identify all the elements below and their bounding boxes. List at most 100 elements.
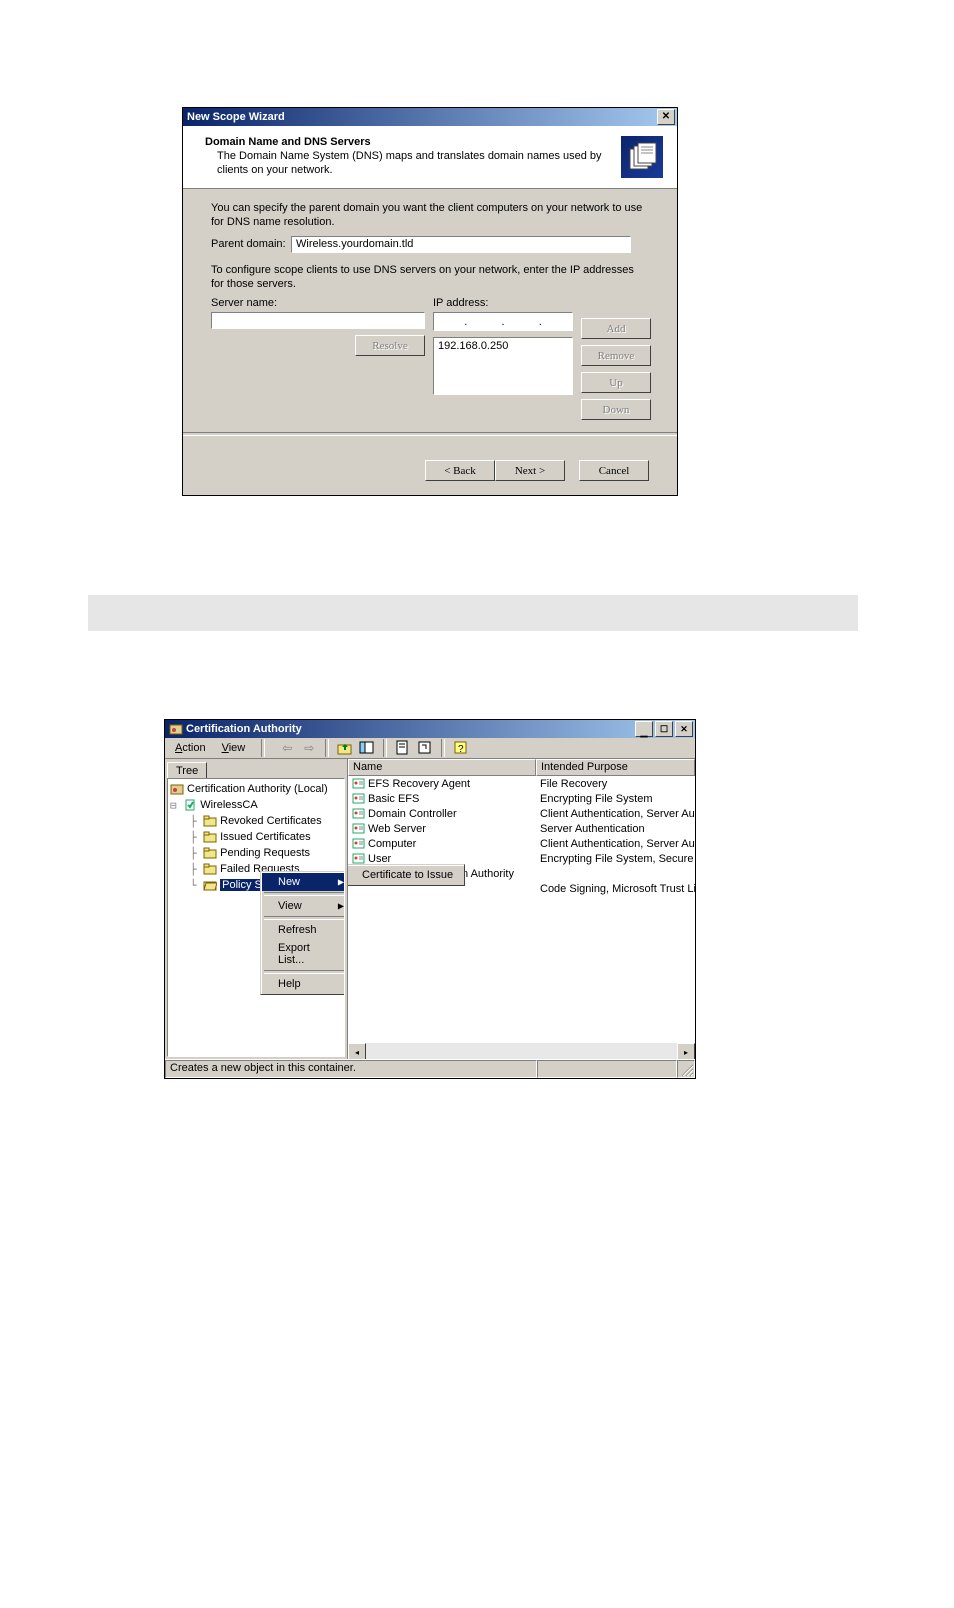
parent-domain-label: Parent domain: xyxy=(211,238,291,250)
resolve-button[interactable]: Resolve xyxy=(355,335,425,356)
properties-button[interactable] xyxy=(393,738,413,758)
ctx-help[interactable]: Help xyxy=(262,975,345,993)
wizard-header-title: Domain Name and DNS Servers xyxy=(205,136,615,148)
grey-band xyxy=(88,595,858,631)
new-scope-wizard-dialog: New Scope Wizard ✕ Domain Name and DNS S… xyxy=(182,107,678,496)
submenu-arrow-icon: ▶ xyxy=(338,902,344,911)
ctx-new[interactable]: New ▶ xyxy=(262,873,345,891)
list-item[interactable]: EFS Recovery AgentFile Recovery xyxy=(348,776,695,791)
back-button[interactable]: < Back xyxy=(425,460,495,481)
list-item[interactable]: Domain ControllerClient Authentication, … xyxy=(348,806,695,821)
properties-icon xyxy=(395,740,411,756)
tree-root[interactable]: Certification Authority (Local) xyxy=(170,781,342,797)
close-button[interactable]: ✕ xyxy=(657,109,675,125)
wizard-header: Domain Name and DNS Servers The Domain N… xyxy=(183,126,677,189)
wizard-body: You can specify the parent domain you wa… xyxy=(183,189,677,460)
folder-icon xyxy=(203,830,217,844)
folder-icon xyxy=(203,862,217,876)
status-cell-2 xyxy=(537,1060,677,1078)
ctx-view[interactable]: View ▶ xyxy=(262,897,345,915)
remove-button[interactable]: Remove xyxy=(581,345,651,366)
separator xyxy=(183,432,677,436)
mmc-body: Tree Certification Authority (Local) ⊟ xyxy=(165,759,695,1059)
tree-panel: Tree Certification Authority (Local) ⊟ xyxy=(165,759,348,1059)
ca-root-icon xyxy=(170,782,184,796)
cert-template-icon xyxy=(352,837,365,850)
scroll-right-button[interactable]: ▸ xyxy=(677,1043,695,1059)
nav-forward-button[interactable]: ⇨ xyxy=(299,738,319,758)
list-body[interactable]: EFS Recovery AgentFile RecoveryBasic EFS… xyxy=(348,776,695,1043)
list-panel: Name Intended Purpose EFS Recovery Agent… xyxy=(348,759,695,1059)
status-bar: Creates a new object in this container. xyxy=(165,1059,695,1078)
tree-node-pending[interactable]: ├ Pending Requests xyxy=(170,845,342,861)
next-button[interactable]: Next > xyxy=(495,460,565,481)
wizard-footer: < Back Next > Cancel xyxy=(183,460,677,495)
mmc-title: Certification Authority xyxy=(186,723,302,735)
folder-icon xyxy=(203,814,217,828)
ctx-export[interactable]: Export List... xyxy=(262,939,345,969)
wizard-header-desc: The Domain Name System (DNS) maps and tr… xyxy=(205,148,615,178)
resize-grip[interactable] xyxy=(677,1060,695,1078)
ip-address-label: IP address: xyxy=(433,297,573,309)
scroll-left-button[interactable]: ◂ xyxy=(348,1043,366,1059)
wizard-title: New Scope Wizard xyxy=(185,111,657,123)
up-level-button[interactable] xyxy=(335,738,355,758)
horizontal-scrollbar[interactable]: ◂ ▸ xyxy=(348,1043,695,1059)
mmc-close-button[interactable]: ✕ xyxy=(675,721,693,737)
ctx-refresh[interactable]: Refresh xyxy=(262,921,345,939)
folder-open-icon xyxy=(203,878,217,892)
list-item[interactable]: ComputerClient Authentication, Server Au… xyxy=(348,836,695,851)
parent-domain-input[interactable] xyxy=(291,236,631,253)
list-header: Name Intended Purpose xyxy=(348,759,695,776)
cert-template-icon xyxy=(352,807,365,820)
files-icon xyxy=(626,141,658,173)
submenu-cert-to-issue[interactable]: Certificate to Issue xyxy=(348,866,463,884)
ca-title-icon xyxy=(169,722,183,736)
server-name-label: Server name: xyxy=(211,297,425,309)
menu-view[interactable]: View xyxy=(218,740,250,756)
wizard-text-2: To configure scope clients to use DNS se… xyxy=(211,263,649,292)
ip-list-item[interactable]: 192.168.0.250 xyxy=(438,340,568,352)
list-item[interactable]: Basic EFSEncrypting File System xyxy=(348,791,695,806)
folder-up-icon xyxy=(337,740,353,756)
cert-template-icon xyxy=(352,822,365,835)
scroll-track[interactable] xyxy=(366,1043,677,1059)
tree-ca[interactable]: ⊟ WirelessCA xyxy=(170,797,342,813)
minimize-button[interactable]: ▁ xyxy=(635,721,653,737)
col-name[interactable]: Name xyxy=(348,759,536,776)
cert-template-icon xyxy=(352,777,365,790)
tree-tab[interactable]: Tree xyxy=(167,762,207,779)
server-name-input[interactable] xyxy=(211,312,425,329)
up-button[interactable]: Up xyxy=(581,372,651,393)
col-purpose[interactable]: Intended Purpose xyxy=(536,759,695,776)
close-icon: ✕ xyxy=(662,112,670,122)
tree-view[interactable]: Certification Authority (Local) ⊟ Wirele… xyxy=(167,778,345,1057)
nav-back-button[interactable]: ⇦ xyxy=(277,738,297,758)
arrow-right-icon: ⇨ xyxy=(304,741,314,755)
ip-address-input[interactable]: . . . xyxy=(433,312,573,331)
mmc-titlebar[interactable]: Certification Authority ▁ ☐ ✕ xyxy=(165,720,695,738)
wizard-titlebar[interactable]: New Scope Wizard ✕ xyxy=(183,108,677,126)
down-button[interactable]: Down xyxy=(581,399,651,420)
grip-icon xyxy=(678,1061,694,1077)
certification-authority-window: Certification Authority ▁ ☐ ✕ Action Vie… xyxy=(164,719,696,1079)
triangle-left-icon: ◂ xyxy=(355,1048,359,1057)
tree-node-issued[interactable]: ├ Issued Certificates xyxy=(170,829,342,845)
help-icon: ? xyxy=(453,740,469,756)
show-hide-tree-button[interactable] xyxy=(357,738,377,758)
folder-icon xyxy=(203,846,217,860)
ca-icon xyxy=(183,798,197,812)
maximize-button[interactable]: ☐ xyxy=(655,721,673,737)
tree-pane-icon xyxy=(359,740,375,756)
add-button[interactable]: Add xyxy=(581,318,651,339)
tree-node-revoked[interactable]: ├ Revoked Certificates xyxy=(170,813,342,829)
mmc-menubar: Action View ⇦ ⇨ xyxy=(165,738,695,759)
cancel-button[interactable]: Cancel xyxy=(579,460,649,481)
cert-template-icon xyxy=(352,792,365,805)
wizard-header-icon xyxy=(621,136,663,178)
menu-action[interactable]: Action xyxy=(171,740,210,756)
list-item[interactable]: Web ServerServer Authentication xyxy=(348,821,695,836)
refresh-toolbar-button[interactable] xyxy=(415,738,435,758)
ip-address-list[interactable]: 192.168.0.250 xyxy=(433,337,573,395)
help-toolbar-button[interactable]: ? xyxy=(451,738,471,758)
